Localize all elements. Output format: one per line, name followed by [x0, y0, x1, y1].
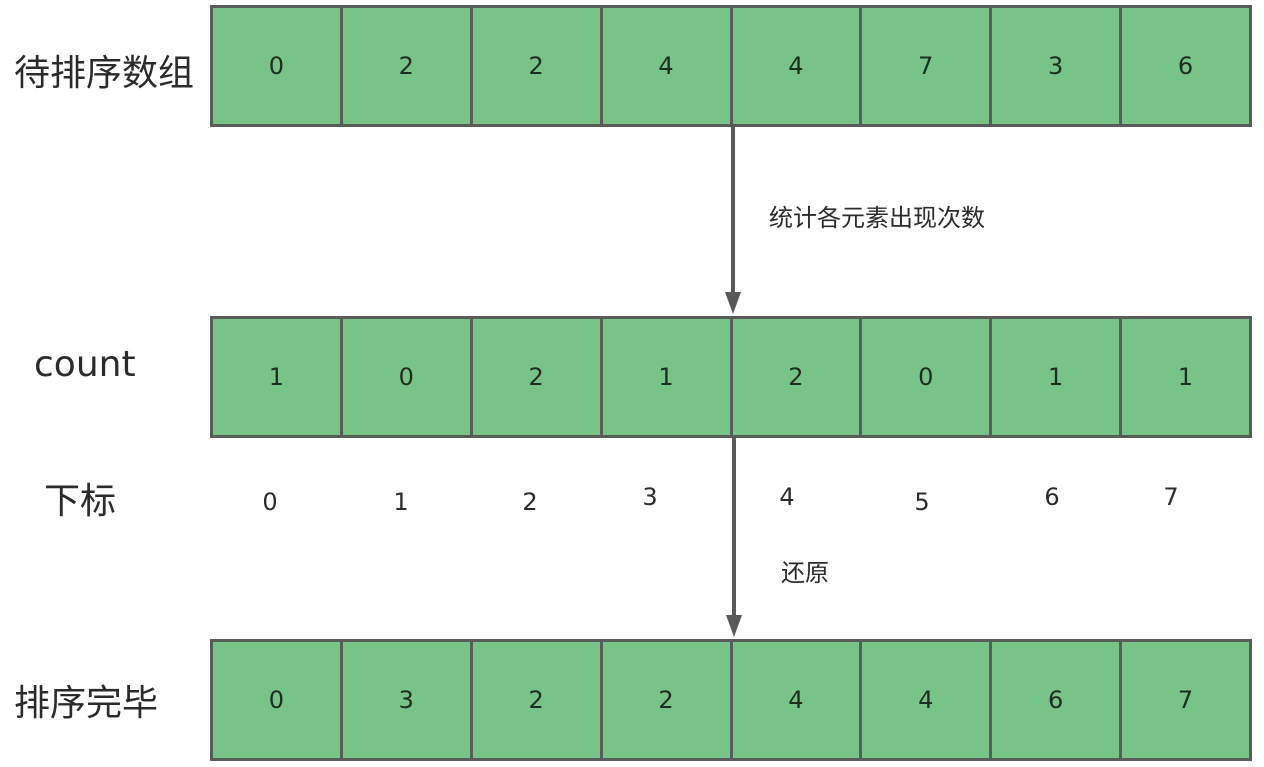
index-value: 3 — [642, 483, 658, 511]
sorted-array-label: 排序完毕 — [14, 683, 159, 724]
input-array: 0 2 2 4 4 7 3 6 — [210, 5, 1252, 127]
count-array: 1 0 2 1 2 0 1 1 — [210, 316, 1252, 438]
array-cell: 0 — [342, 319, 470, 435]
count-array-label: count — [34, 344, 136, 385]
array-cell: 1 — [213, 319, 340, 435]
array-cell: 3 — [342, 642, 470, 758]
array-cell: 0 — [213, 8, 340, 124]
index-value: 5 — [914, 488, 930, 516]
array-cell: 2 — [472, 8, 600, 124]
arrow-restore-icon — [726, 437, 742, 637]
index-value: 1 — [393, 488, 409, 516]
array-cell: 7 — [862, 8, 990, 124]
index-value: 6 — [1044, 483, 1060, 511]
array-cell: 2 — [342, 8, 470, 124]
restore-step-note: 还原 — [781, 559, 829, 587]
array-cell: 4 — [602, 8, 730, 124]
array-cell: 1 — [1122, 319, 1249, 435]
array-cell: 7 — [1122, 642, 1249, 758]
array-cell: 4 — [732, 8, 860, 124]
input-array-label: 待排序数组 — [14, 53, 195, 94]
array-cell: 3 — [992, 8, 1120, 124]
array-cell: 0 — [862, 319, 990, 435]
array-cell: 2 — [472, 319, 600, 435]
array-cell: 1 — [992, 319, 1120, 435]
index-value: 7 — [1163, 483, 1179, 511]
array-cell: 4 — [862, 642, 990, 758]
index-value: 0 — [262, 488, 278, 516]
array-cell: 2 — [732, 319, 860, 435]
array-cell: 2 — [472, 642, 600, 758]
array-cell: 6 — [992, 642, 1120, 758]
count-step-note: 统计各元素出现次数 — [769, 204, 985, 232]
arrow-count-icon — [725, 126, 741, 314]
array-cell: 4 — [732, 642, 860, 758]
index-value: 4 — [779, 483, 795, 511]
array-cell: 2 — [602, 642, 730, 758]
sorted-array: 0 3 2 2 4 4 6 7 — [210, 639, 1252, 761]
index-value: 2 — [522, 488, 538, 516]
array-cell: 6 — [1122, 8, 1249, 124]
index-label: 下标 — [44, 481, 117, 522]
array-cell: 1 — [602, 319, 730, 435]
array-cell: 0 — [213, 642, 340, 758]
